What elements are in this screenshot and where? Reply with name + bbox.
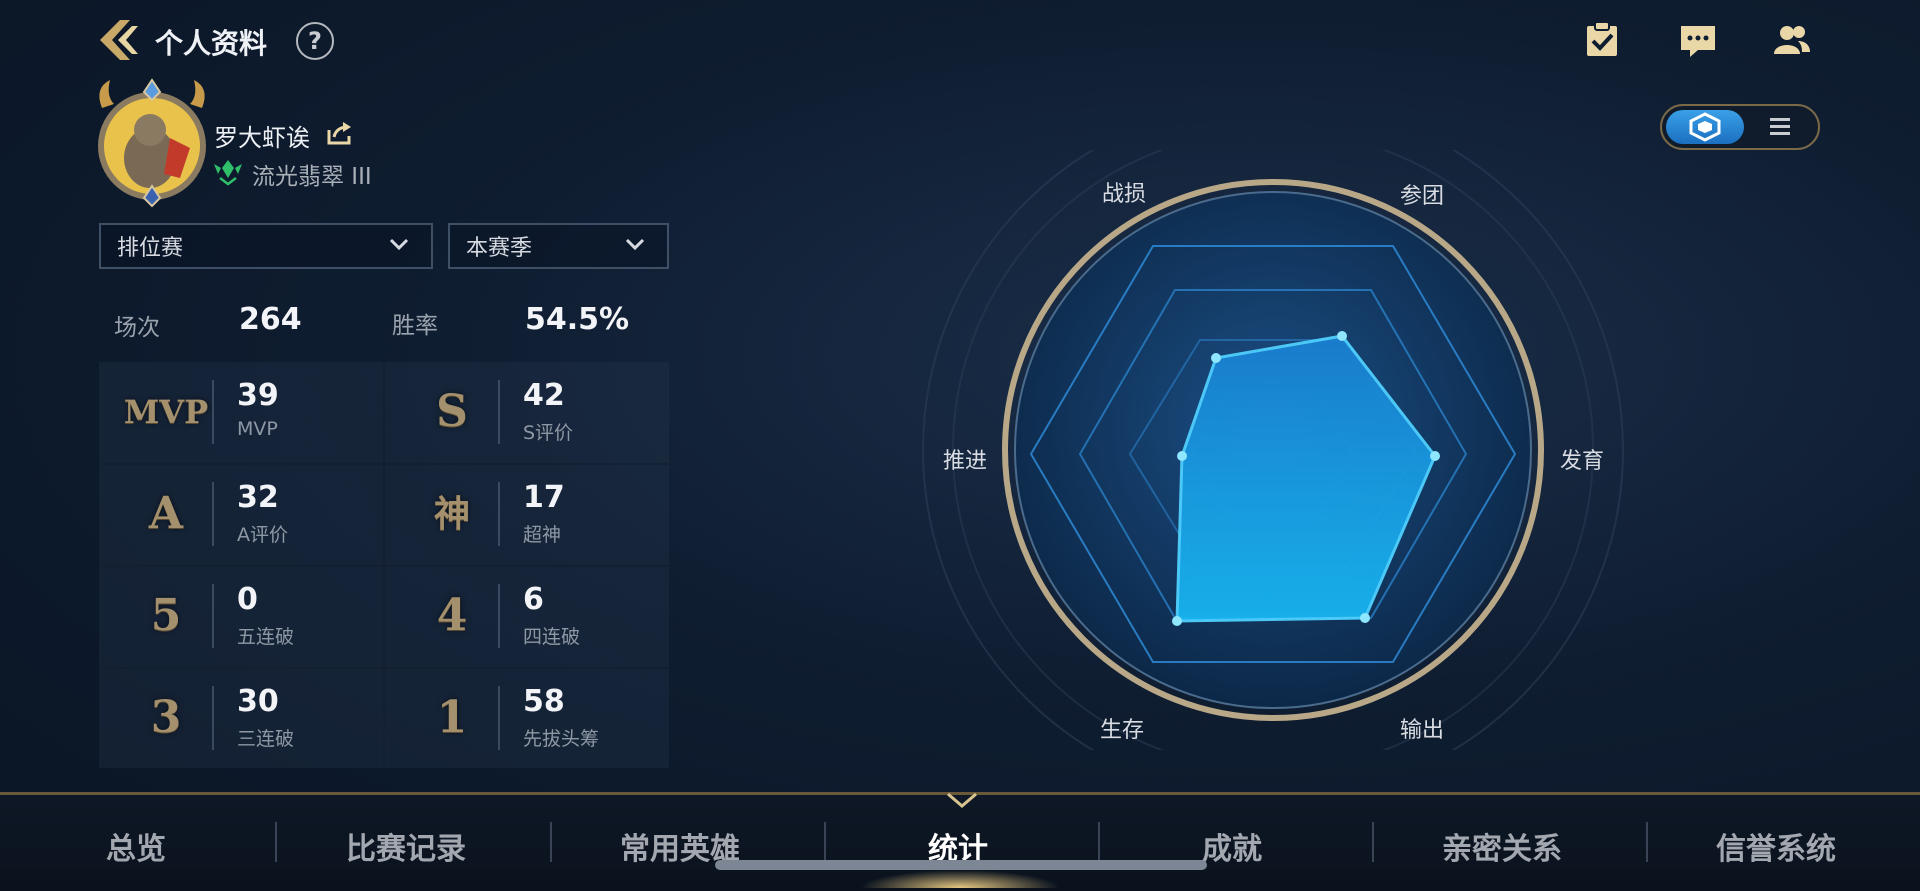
radar-chart — [922, 150, 1624, 750]
stat-label: 三连破 — [237, 728, 295, 750]
stat-penta-kill: 5 0 五连破 — [99, 566, 383, 666]
view-toggle[interactable] — [1660, 104, 1820, 150]
radar-vertex — [1337, 331, 1347, 341]
radar-label-damage: 输出 — [1400, 718, 1445, 743]
stat-label: 先拔头筹 — [523, 728, 600, 750]
stat-mvp: MVP 39 MVP — [99, 362, 383, 462]
stat-label: A评价 — [237, 524, 288, 546]
mode-dropdown[interactable]: 排位赛 — [99, 223, 433, 269]
radar-vertex — [1172, 616, 1182, 626]
back-arrow-icon[interactable] — [96, 18, 144, 62]
radar-label-teamfight: 参团 — [1400, 184, 1445, 209]
chat-icon[interactable] — [1678, 20, 1718, 60]
radar-vertex — [1430, 451, 1440, 461]
rank-name: 流光翡翠 III — [252, 164, 372, 190]
godlike-icon: 神 — [433, 493, 470, 535]
chevron-down-icon — [389, 238, 409, 251]
active-tab-glow — [860, 870, 1060, 888]
stat-label: MVP — [237, 418, 278, 440]
matches-label: 场次 — [114, 315, 160, 341]
friends-icon[interactable] — [1772, 20, 1812, 60]
first-blood-icon: 1 — [436, 692, 468, 743]
task-clipboard-icon[interactable] — [1582, 20, 1622, 60]
stat-value: 58 — [523, 684, 565, 719]
stat-triple-kill: 3 30 三连破 — [99, 668, 383, 768]
stat-value: 6 — [523, 582, 544, 617]
tab-achievements[interactable]: 成就 — [1202, 824, 1262, 868]
share-icon[interactable] — [326, 120, 352, 146]
radar-vertex — [1360, 613, 1370, 623]
avatar[interactable] — [92, 78, 212, 208]
page-title: 个人资料 — [155, 27, 268, 60]
rank-emerald-icon — [214, 160, 242, 186]
stat-first-blood: 1 58 先拔头筹 — [385, 668, 669, 768]
stat-label: 超神 — [523, 524, 562, 546]
radar-label-push: 推进 — [943, 449, 988, 474]
season-dropdown[interactable]: 本赛季 — [448, 223, 669, 269]
stat-value: 30 — [237, 684, 279, 719]
stat-godlike: 神 17 超神 — [385, 464, 669, 564]
stat-value: 0 — [237, 582, 258, 617]
a-rating-icon: A — [148, 488, 184, 539]
tab-credit-system[interactable]: 信誉系统 — [1716, 824, 1836, 868]
stat-label: 四连破 — [523, 626, 581, 648]
winrate-value: 54.5% — [525, 302, 630, 337]
matches-value: 264 — [239, 302, 302, 337]
radar-label-battle-loss: 战损 — [1102, 182, 1147, 207]
list-view-button[interactable] — [1746, 110, 1814, 144]
stat-s-rating: S 42 S评价 — [385, 362, 669, 462]
s-rating-icon: S — [436, 386, 468, 437]
list-view-icon — [1770, 118, 1790, 135]
quadra-kill-icon: 4 — [436, 590, 468, 641]
radar-label-survival: 生存 — [1100, 718, 1145, 743]
winrate-label: 胜率 — [392, 313, 438, 339]
active-tab-indicator-icon — [947, 792, 977, 808]
mvp-icon: MVP — [123, 393, 209, 431]
stat-a-rating: A 32 A评价 — [99, 464, 383, 564]
stat-value: 32 — [237, 480, 279, 515]
radar-vertex — [1177, 451, 1187, 461]
stat-label: S评价 — [523, 422, 574, 444]
stat-label: 五连破 — [237, 626, 295, 648]
tab-match-history[interactable]: 比赛记录 — [346, 824, 466, 868]
stat-value: 17 — [523, 480, 565, 515]
mode-dropdown-value: 排位赛 — [117, 236, 184, 261]
chevron-down-icon — [625, 238, 645, 251]
home-indicator — [715, 860, 1207, 870]
radar-vertex — [1211, 353, 1221, 363]
triple-kill-icon: 3 — [150, 692, 182, 743]
help-icon[interactable]: ? — [296, 22, 334, 60]
radar-view-button[interactable] — [1666, 110, 1744, 144]
stat-value: 39 — [237, 378, 279, 413]
tab-intimacy[interactable]: 亲密关系 — [1442, 824, 1562, 868]
player-name: 罗大虾诶 — [214, 124, 310, 152]
radar-label-farming: 发育 — [1560, 449, 1605, 474]
tab-overview[interactable]: 总览 — [106, 824, 166, 868]
hexagon-view-icon — [1689, 112, 1721, 142]
season-dropdown-value: 本赛季 — [466, 236, 533, 261]
stat-quadra-kill: 4 6 四连破 — [385, 566, 669, 666]
stat-value: 42 — [523, 378, 565, 413]
stats-grid: MVP 39 MVP S 42 S评价 A 32 A评价 神 17 超神 5 0… — [99, 362, 669, 768]
penta-kill-icon: 5 — [150, 590, 182, 641]
